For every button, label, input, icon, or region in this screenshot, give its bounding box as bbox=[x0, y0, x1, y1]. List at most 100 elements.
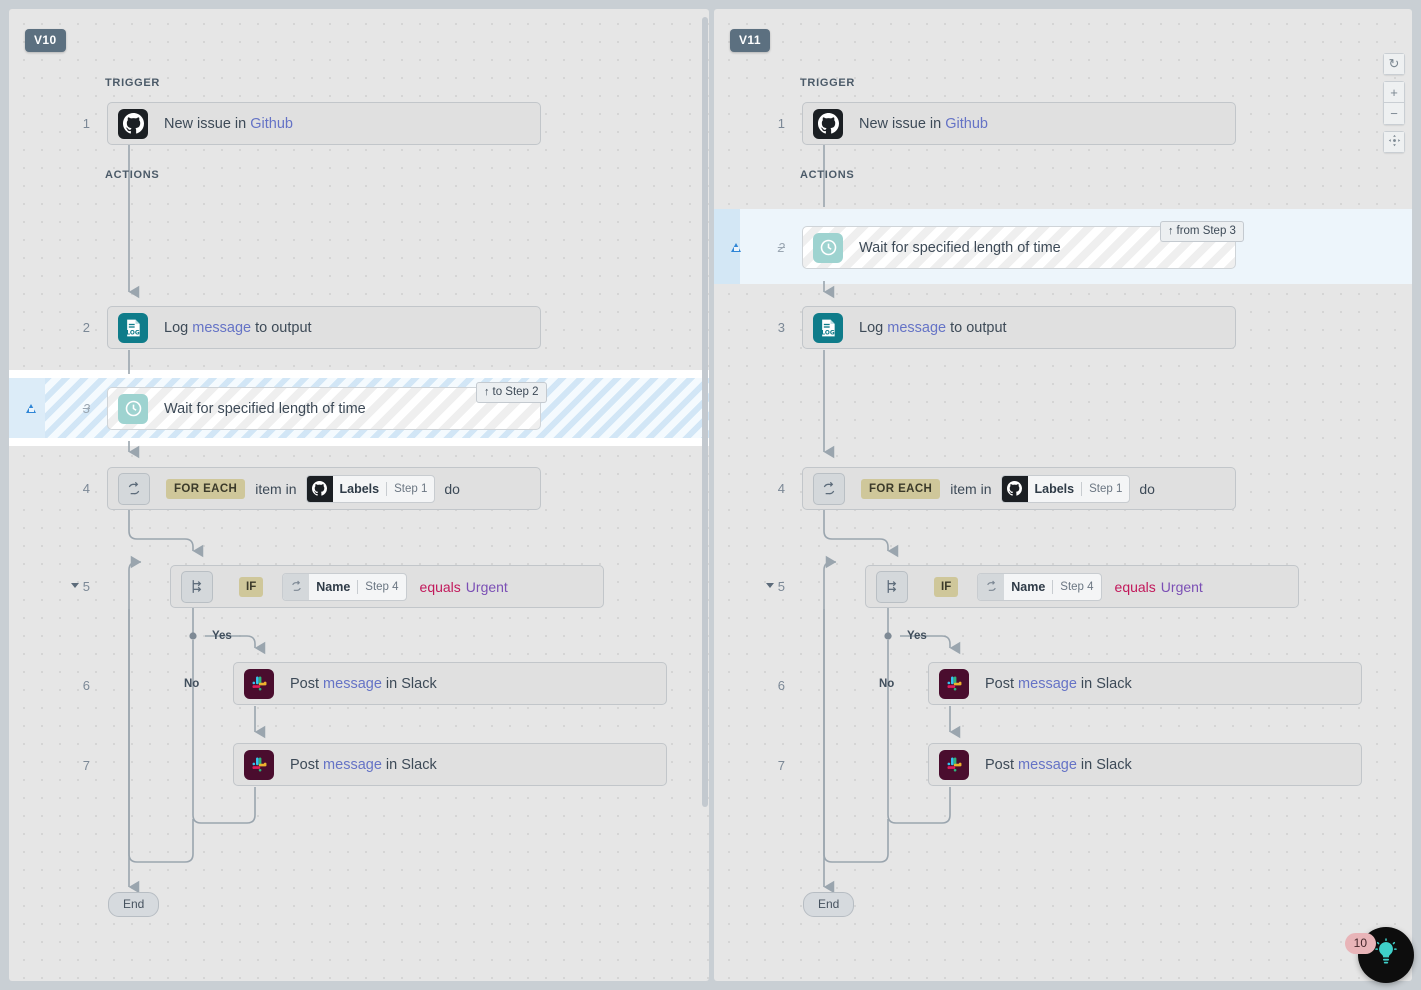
jump-badge-label: from Step 3 bbox=[1176, 225, 1236, 237]
foreach-mid-left: item in bbox=[255, 480, 297, 497]
ref-name-left: Labels bbox=[339, 481, 380, 496]
ref-step-left: Step 1 bbox=[394, 482, 428, 495]
ref-name-right: Labels bbox=[1034, 481, 1075, 496]
step-number-2-left: 2 bbox=[82, 320, 90, 335]
slack-icon bbox=[939, 749, 969, 780]
version-badge-v10: V10 bbox=[25, 29, 66, 52]
foreach-mid-right: item in bbox=[950, 480, 992, 497]
fit-group bbox=[1383, 131, 1405, 153]
workflow-diff-canvas: V10 TRIGGER ACTIONS 1 New issue in Githu… bbox=[0, 0, 1421, 990]
diff-warning-icon-left bbox=[26, 404, 36, 413]
node-label-left-2: Log message to output bbox=[164, 319, 312, 336]
branch-icon bbox=[876, 570, 908, 603]
branch-label-yes-right: Yes bbox=[907, 630, 927, 642]
loop-icon bbox=[978, 573, 1005, 600]
section-label-trigger-right: TRIGGER bbox=[800, 77, 856, 89]
node-label-left-3: Wait for specified length of time bbox=[164, 400, 366, 417]
svg-text:LOG: LOG bbox=[821, 330, 834, 336]
node-label-right-1: New issue in Github bbox=[859, 115, 988, 132]
if-ref-name-right: Name bbox=[1011, 579, 1046, 594]
if-keyword-left: IF bbox=[239, 576, 264, 597]
step-number-2-right: 2 bbox=[777, 240, 785, 255]
jump-arrow-icon: ↑ bbox=[484, 385, 490, 398]
loop-icon bbox=[283, 573, 310, 600]
branch-label-no-left: No bbox=[184, 678, 200, 690]
ref-chip-labels-right[interactable]: Labels Step 1 bbox=[1000, 474, 1131, 503]
node-foreach-right[interactable]: FOR EACH item in Labels Step 1 do bbox=[802, 467, 1236, 510]
end-node-right: End bbox=[803, 892, 855, 917]
ref-chip-name-right[interactable]: Name Step 4 bbox=[977, 572, 1102, 601]
if-operator-right: equals bbox=[1114, 578, 1156, 595]
step-number-4-left: 4 bbox=[82, 481, 90, 496]
ref-chip-name-left[interactable]: Name Step 4 bbox=[282, 572, 407, 601]
reset-view-button[interactable]: ↻ bbox=[1383, 53, 1405, 75]
ref-step-right: Step 1 bbox=[1089, 482, 1123, 495]
step-number-6-left: 6 bbox=[82, 678, 90, 693]
clock-icon bbox=[118, 393, 148, 424]
node-label-right-3: Log message to output bbox=[859, 319, 1007, 336]
log-icon: LOG bbox=[813, 312, 843, 343]
version-panel-v10[interactable]: V10 TRIGGER ACTIONS 1 New issue in Githu… bbox=[9, 9, 709, 981]
slack-icon bbox=[244, 668, 274, 699]
branch-label-yes-left: Yes bbox=[212, 630, 232, 642]
foreach-tail-right: do bbox=[1139, 480, 1155, 497]
jump-badge-label: to Step 2 bbox=[492, 386, 539, 398]
node-label-right-2: Wait for specified length of time bbox=[859, 239, 1061, 256]
log-icon: LOG bbox=[118, 312, 148, 343]
version-panel-v11[interactable]: V11 TRIGGER ACTIONS 1 New issue in Githu… bbox=[714, 9, 1412, 981]
fit-to-screen-button[interactable] bbox=[1383, 131, 1405, 153]
github-icon bbox=[306, 475, 333, 502]
jump-badge-left[interactable]: ↑ to Step 2 bbox=[476, 382, 547, 403]
branch-label-no-right: No bbox=[879, 678, 895, 690]
step-number-3-right: 3 bbox=[777, 320, 785, 335]
zoom-in-button[interactable]: + bbox=[1383, 81, 1405, 103]
end-node-left: End bbox=[108, 892, 160, 917]
if-operator-left: equals bbox=[419, 578, 461, 595]
zoom-group: + − bbox=[1383, 81, 1405, 125]
if-value-right: Urgent bbox=[1160, 578, 1203, 595]
node-slack-2-right[interactable]: Post message in Slack bbox=[928, 743, 1362, 786]
flow-right: TRIGGER ACTIONS 1 New issue in Github 2 bbox=[714, 9, 1412, 981]
slack-icon bbox=[939, 668, 969, 699]
clock-icon bbox=[813, 232, 843, 263]
node-slack-1-right[interactable]: Post message in Slack bbox=[928, 662, 1362, 705]
zoom-out-button[interactable]: − bbox=[1383, 103, 1405, 125]
helper-badge-count: 10 bbox=[1344, 933, 1376, 954]
step-number-7-left: 7 bbox=[82, 758, 90, 773]
github-icon bbox=[1001, 475, 1028, 502]
jump-badge-right[interactable]: ↑ from Step 3 bbox=[1160, 221, 1244, 242]
node-slack-1-left[interactable]: Post message in Slack bbox=[233, 662, 667, 705]
section-label-actions-left: ACTIONS bbox=[105, 169, 160, 181]
if-ref-step-left: Step 4 bbox=[365, 580, 399, 593]
loop-icon bbox=[118, 472, 150, 505]
panel-scrollbar-left[interactable] bbox=[702, 17, 708, 807]
fit-icon bbox=[1388, 134, 1401, 150]
jump-arrow-icon: ↑ bbox=[1168, 224, 1174, 237]
slack-icon bbox=[244, 749, 274, 780]
node-trigger-github-left[interactable]: New issue in Github bbox=[107, 102, 541, 145]
if-ref-step-right: Step 4 bbox=[1060, 580, 1094, 593]
version-badge-v11: V11 bbox=[730, 29, 770, 52]
foreach-tail-left: do bbox=[444, 480, 460, 497]
if-ref-name-left: Name bbox=[316, 579, 351, 594]
flow-left: TRIGGER ACTIONS 1 New issue in Github 2 … bbox=[9, 9, 709, 981]
github-icon bbox=[813, 108, 843, 139]
node-foreach-left[interactable]: FOR EACH item in Labels Step 1 do bbox=[107, 467, 541, 510]
node-label-right-6: Post message in Slack bbox=[985, 675, 1132, 692]
node-slack-2-left[interactable]: Post message in Slack bbox=[233, 743, 667, 786]
section-label-trigger-left: TRIGGER bbox=[105, 77, 161, 89]
node-label-right-7: Post message in Slack bbox=[985, 756, 1132, 773]
node-log-message-right[interactable]: LOG Log message to output bbox=[802, 306, 1236, 349]
node-trigger-github-right[interactable]: New issue in Github bbox=[802, 102, 1236, 145]
node-if-left[interactable]: IF Name Step 4 equals Urgent bbox=[170, 565, 604, 608]
node-log-message-left[interactable]: LOG Log message to output bbox=[107, 306, 541, 349]
node-if-right[interactable]: IF Name Step 4 equals Urgent bbox=[865, 565, 1299, 608]
step-number-1-right: 1 bbox=[777, 116, 785, 131]
node-label-left-6: Post message in Slack bbox=[290, 675, 437, 692]
svg-text:LOG: LOG bbox=[126, 330, 139, 336]
canvas-view-tools: ↻ + − bbox=[1383, 53, 1405, 153]
ref-chip-labels-left[interactable]: Labels Step 1 bbox=[305, 474, 436, 503]
node-label-left-1: New issue in Github bbox=[164, 115, 293, 132]
github-icon bbox=[118, 108, 148, 139]
branch-icon bbox=[181, 570, 213, 603]
